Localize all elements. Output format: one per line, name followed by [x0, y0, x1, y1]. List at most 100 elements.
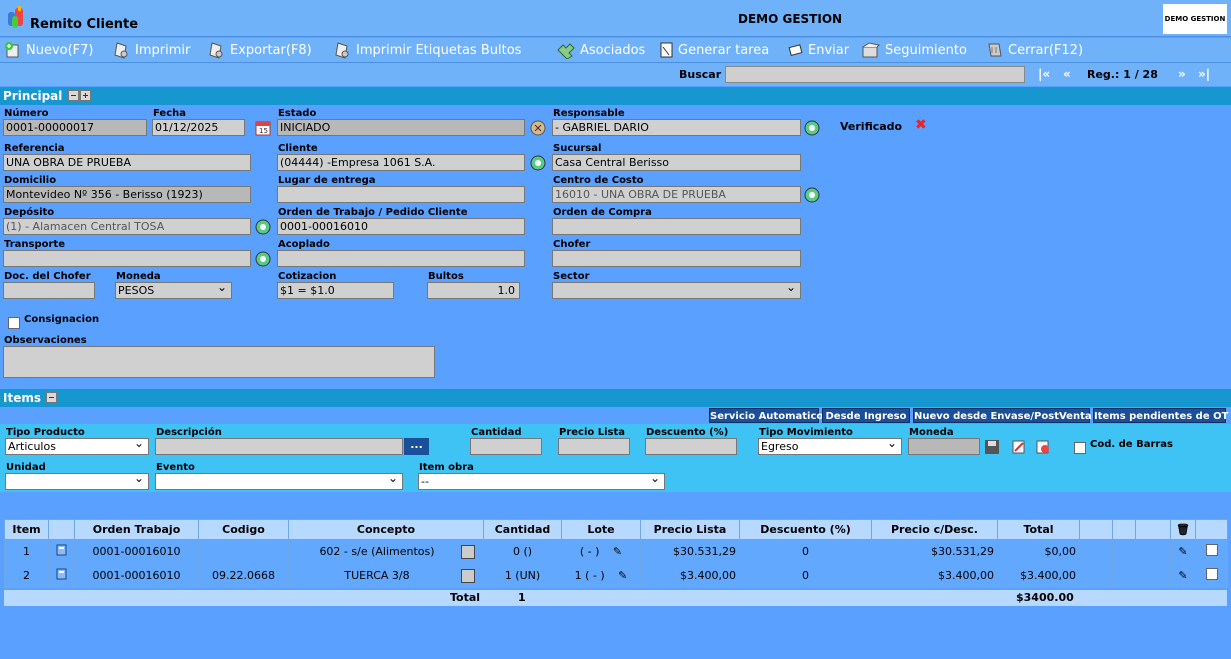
- moneda-item-label: Moneda: [909, 427, 954, 438]
- print-icon: [114, 42, 128, 59]
- bultos-field[interactable]: 1.0: [427, 282, 520, 299]
- save-icon[interactable]: [983, 438, 1001, 456]
- tab-nuevo-envase[interactable]: Nuevo desde Envase/PostVenta: [913, 408, 1092, 423]
- principal-section-header: Principal: [0, 87, 1231, 105]
- evento-select[interactable]: [155, 473, 403, 490]
- orden-compra-field[interactable]: [552, 218, 801, 235]
- state-history-icon[interactable]: [529, 119, 547, 137]
- cantidad-input[interactable]: [470, 438, 542, 455]
- lote-edit-icon[interactable]: ✎: [613, 545, 622, 558]
- sector-select[interactable]: [552, 282, 801, 299]
- cliente-label: Cliente: [278, 143, 318, 154]
- cotizacion-field[interactable]: $1 = $1.0: [277, 282, 394, 299]
- row-select-checkbox[interactable]: [1205, 544, 1218, 556]
- estado-field[interactable]: INICIADO: [277, 119, 525, 136]
- record-counter: Reg.: 1 / 28: [1087, 68, 1158, 81]
- consignacion-checkbox[interactable]: [8, 317, 20, 329]
- first-record-button[interactable]: |«: [1038, 67, 1050, 81]
- row-detail-icon[interactable]: [48, 539, 75, 564]
- cliente-field[interactable]: (04444) -Empresa 1061 S.A.: [277, 154, 525, 171]
- search-lookup-icon[interactable]: [803, 119, 821, 137]
- centro-costo-field[interactable]: 16010 - UNA OBRA DE PRUEBA: [552, 186, 801, 203]
- tab-items-pendientes[interactable]: Items pendientes de OT: [1093, 408, 1228, 423]
- lugar-entrega-label: Lugar de entrega: [278, 175, 376, 186]
- print-button[interactable]: Imprimir: [113, 40, 190, 60]
- observaciones-field[interactable]: [3, 346, 435, 378]
- numero-field[interactable]: 0001-00000017: [3, 119, 147, 136]
- col-codigo: Codigo: [198, 519, 289, 540]
- precio-lista-input[interactable]: [558, 438, 630, 455]
- table-row[interactable]: 2 0001-00016010 09.22.0668 TUERCA 3/8 1 …: [4, 563, 1228, 588]
- table-row[interactable]: 1 0001-00016010 602 - s/e (Alimentos) 0 …: [4, 539, 1228, 564]
- tab-desde-ingreso[interactable]: Desde Ingreso: [822, 408, 910, 423]
- doc-chofer-field[interactable]: [3, 282, 95, 299]
- row-lote: ( - ) ✎: [561, 539, 641, 564]
- close-button[interactable]: Cerrar(F12): [986, 40, 1083, 60]
- search-label: Buscar: [679, 68, 722, 81]
- orden-trabajo-field[interactable]: 0001-00016010: [277, 218, 525, 235]
- moneda-select[interactable]: PESOS: [115, 282, 232, 299]
- expand-icon[interactable]: [79, 90, 91, 101]
- row-edit-icon[interactable]: ✎: [1170, 539, 1196, 564]
- deposito-lookup-icon[interactable]: [254, 218, 272, 236]
- calendar-icon[interactable]: 15: [254, 119, 272, 137]
- transporte-field[interactable]: [3, 250, 251, 267]
- delete-icon[interactable]: [1034, 438, 1052, 456]
- unidad-select[interactable]: [5, 473, 149, 490]
- moneda-item-field[interactable]: [908, 438, 980, 455]
- descripcion-input[interactable]: [155, 438, 403, 455]
- trash-icon[interactable]: 🗑: [1170, 519, 1196, 540]
- concepto-detail-icon[interactable]: [460, 568, 475, 583]
- chofer-field[interactable]: [552, 250, 801, 267]
- edit-icon[interactable]: [1010, 438, 1028, 456]
- lugar-entrega-field[interactable]: [277, 186, 525, 203]
- deposito-field[interactable]: (1) - Alamacen Central TOSA: [3, 218, 251, 235]
- cod-barras-checkbox[interactable]: [1074, 442, 1086, 454]
- prev-record-button[interactable]: «: [1063, 67, 1071, 81]
- svg-text:15: 15: [259, 127, 268, 135]
- row-item: 2: [4, 563, 49, 588]
- chofer-label: Chofer: [553, 239, 591, 250]
- responsable-field[interactable]: - GABRIEL DARIO: [552, 119, 801, 136]
- acoplado-field[interactable]: [277, 250, 525, 267]
- col-icon: [48, 519, 75, 540]
- print-labels-button[interactable]: Imprimir Etiquetas Bultos: [334, 40, 521, 60]
- row-detail-icon[interactable]: [48, 563, 75, 588]
- item-obra-select[interactable]: --: [418, 473, 665, 490]
- export-button[interactable]: Exportar(F8): [208, 40, 312, 60]
- send-button[interactable]: Enviar: [788, 40, 849, 60]
- cliente-lookup-icon[interactable]: [529, 154, 547, 172]
- domicilio-field[interactable]: Montevideo Nº 356 - Berisso (1923): [3, 186, 251, 203]
- concepto-detail-icon[interactable]: [460, 544, 475, 559]
- verificado-label: Verificado: [840, 120, 903, 133]
- associated-button[interactable]: Asociados: [556, 40, 645, 60]
- new-button[interactable]: Nuevo(F7): [4, 40, 94, 60]
- sucursal-field[interactable]: Casa Central Berisso: [552, 154, 801, 171]
- transporte-lookup-icon[interactable]: [254, 250, 272, 268]
- browse-button[interactable]: ...: [404, 438, 429, 455]
- next-record-button[interactable]: »: [1178, 67, 1186, 81]
- referencia-field[interactable]: UNA OBRA DE PRUEBA: [3, 154, 251, 171]
- totals-amount: $3400.00: [1016, 591, 1074, 604]
- lote-edit-icon[interactable]: ✎: [618, 569, 627, 582]
- fecha-field[interactable]: 01/12/2025: [152, 119, 245, 136]
- fecha-label: Fecha: [153, 108, 187, 119]
- generate-task-button[interactable]: Generar tarea: [660, 40, 769, 60]
- tracking-button[interactable]: Seguimiento: [861, 40, 967, 60]
- row-edit-icon[interactable]: ✎: [1170, 563, 1196, 588]
- bultos-label: Bultos: [428, 271, 464, 282]
- row-select-checkbox[interactable]: [1205, 568, 1218, 580]
- row-total: $3.400,00: [997, 563, 1080, 588]
- collapse-icon[interactable]: [67, 90, 79, 101]
- tab-servicio-automatico[interactable]: Servicio Automatico: [709, 408, 823, 423]
- search-bar: Buscar |« « Reg.: 1 / 28 » »|: [0, 62, 1231, 86]
- tipo-movimiento-select[interactable]: Egreso: [758, 438, 902, 455]
- generate-task-button-label: Generar tarea: [678, 42, 770, 58]
- tipo-producto-select[interactable]: Articulos: [5, 438, 149, 455]
- not-verified-icon[interactable]: ✖: [915, 117, 927, 133]
- last-record-button[interactable]: »|: [1198, 67, 1210, 81]
- descuento-input[interactable]: [645, 438, 737, 455]
- centro-lookup-icon[interactable]: [803, 186, 821, 204]
- search-input[interactable]: [725, 66, 1025, 83]
- collapse-icon[interactable]: [46, 392, 58, 403]
